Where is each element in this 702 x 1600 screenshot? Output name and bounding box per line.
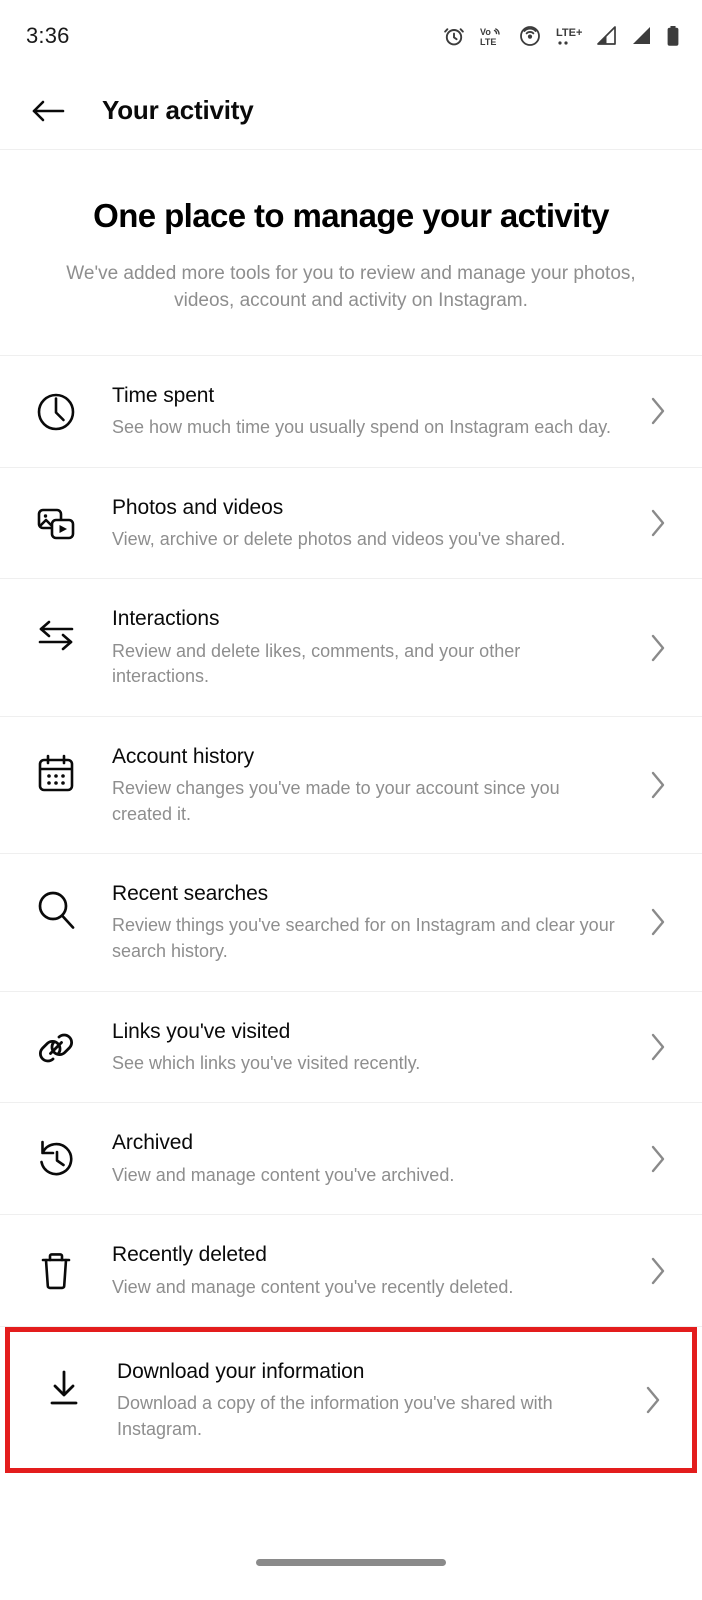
list-item-text: Interactions Review and delete likes, co… — [112, 605, 636, 689]
status-bar: 3:36 Vo LTE LTE+ — [0, 0, 702, 72]
chevron-right-icon[interactable] — [636, 394, 680, 428]
list-item-text: Archived View and manage content you've … — [112, 1129, 636, 1188]
page-title: Your activity — [102, 95, 254, 125]
list-item-interactions[interactable]: Interactions Review and delete likes, co… — [0, 579, 702, 717]
list-item-photos-and-videos[interactable]: Photos and videos View, archive or delet… — [0, 467, 702, 580]
status-time: 3:36 — [26, 23, 70, 48]
calendar-icon — [0, 743, 112, 799]
status-icon-group: Vo LTE LTE+ — [442, 24, 680, 48]
list-item-text: Links you've visited See which links you… — [112, 1018, 636, 1077]
list-item-text: Photos and videos View, archive or delet… — [112, 494, 636, 553]
list-item-subtitle: View, archive or delete photos and video… — [112, 528, 566, 549]
list-item-subtitle: Review changes you've made to your accou… — [112, 778, 560, 824]
chevron-right-icon[interactable] — [636, 1142, 680, 1176]
search-icon — [0, 880, 112, 936]
photos-videos-icon — [0, 494, 112, 550]
list-item-archived[interactable]: Archived View and manage content you've … — [0, 1103, 702, 1216]
list-item-subtitle: Review things you've searched for on Ins… — [112, 915, 615, 961]
list-item-recently-deleted[interactable]: Recently deleted View and manage content… — [0, 1215, 702, 1328]
list-item-text: Recently deleted View and manage content… — [112, 1241, 636, 1300]
history-rewind-icon — [0, 1129, 112, 1185]
app-bar: Your activity — [0, 72, 702, 150]
chevron-right-icon[interactable] — [636, 768, 680, 802]
list-item-subtitle: See how much time you usually spend on I… — [112, 416, 611, 437]
signal-bars-2-icon — [631, 25, 653, 47]
phone-screen: 3:36 Vo LTE LTE+ Your activity One place… — [0, 0, 702, 1600]
svg-text:Vo: Vo — [480, 27, 491, 37]
list-item-subtitle: See which links you've visited recently. — [112, 1052, 421, 1073]
back-arrow-icon[interactable] — [26, 89, 70, 133]
lte-plus-icon: LTE+ — [555, 24, 583, 48]
chevron-right-icon[interactable] — [636, 506, 680, 540]
list-item-text: Account history Review changes you've ma… — [112, 743, 636, 827]
list-item-title: Recently deleted — [112, 1243, 267, 1267]
list-item-title: Interactions — [112, 607, 220, 631]
list-item-text: Download your information Download a cop… — [117, 1358, 631, 1442]
list-item-recent-searches[interactable]: Recent searches Review things you've sea… — [0, 854, 702, 992]
list-item-links-visited[interactable]: Links you've visited See which links you… — [0, 991, 702, 1104]
activity-list: Time spent See how much time you usually… — [0, 355, 702, 1474]
list-item-title: Recent searches — [112, 882, 269, 906]
list-item-title: Links you've visited — [112, 1019, 291, 1043]
list-item-title: Photos and videos — [112, 495, 284, 519]
list-item-text: Time spent See how much time you usually… — [112, 382, 636, 441]
chevron-right-icon[interactable] — [636, 1254, 680, 1288]
list-item-subtitle: View and manage content you've recently … — [112, 1276, 514, 1297]
chevron-right-icon[interactable] — [636, 905, 680, 939]
svg-text:LTE: LTE — [480, 37, 496, 47]
list-item-title: Download your information — [117, 1360, 365, 1384]
list-item-time-spent[interactable]: Time spent See how much time you usually… — [0, 355, 702, 468]
list-item-text: Recent searches Review things you've sea… — [112, 880, 636, 964]
signal-bars-1-icon — [596, 25, 618, 47]
chevron-right-icon[interactable] — [636, 631, 680, 665]
battery-icon — [666, 25, 680, 47]
list-item-title: Archived — [112, 1131, 193, 1155]
list-item-title: Time spent — [112, 383, 215, 407]
home-gesture-pill[interactable] — [256, 1559, 446, 1566]
hero-title: One place to manage your activity — [93, 197, 609, 234]
volte-icon: Vo LTE — [479, 24, 505, 48]
list-item-subtitle: Review and delete likes, comments, and y… — [112, 640, 521, 687]
hotspot-icon — [518, 24, 542, 48]
list-item-account-history[interactable]: Account history Review changes you've ma… — [0, 716, 702, 855]
hero-subtitle: We've added more tools for you to review… — [66, 262, 636, 312]
link-icon — [0, 1018, 112, 1074]
chevron-right-icon[interactable] — [636, 1030, 680, 1064]
list-item-subtitle: View and manage content you've archived. — [112, 1164, 455, 1185]
alarm-icon — [442, 24, 466, 48]
chevron-right-icon[interactable] — [631, 1383, 675, 1417]
list-item-subtitle: Download a copy of the information you'v… — [117, 1393, 553, 1439]
trash-icon — [0, 1241, 112, 1297]
svg-text:LTE+: LTE+ — [556, 27, 582, 39]
list-item-title: Account history — [112, 744, 255, 768]
interactions-arrows-icon — [0, 605, 112, 661]
list-item-download-your-information[interactable]: Download your information Download a cop… — [5, 1327, 697, 1474]
download-icon — [10, 1358, 117, 1414]
hero-section: One place to manage your activity We've … — [0, 150, 702, 356]
clock-icon — [0, 382, 112, 438]
